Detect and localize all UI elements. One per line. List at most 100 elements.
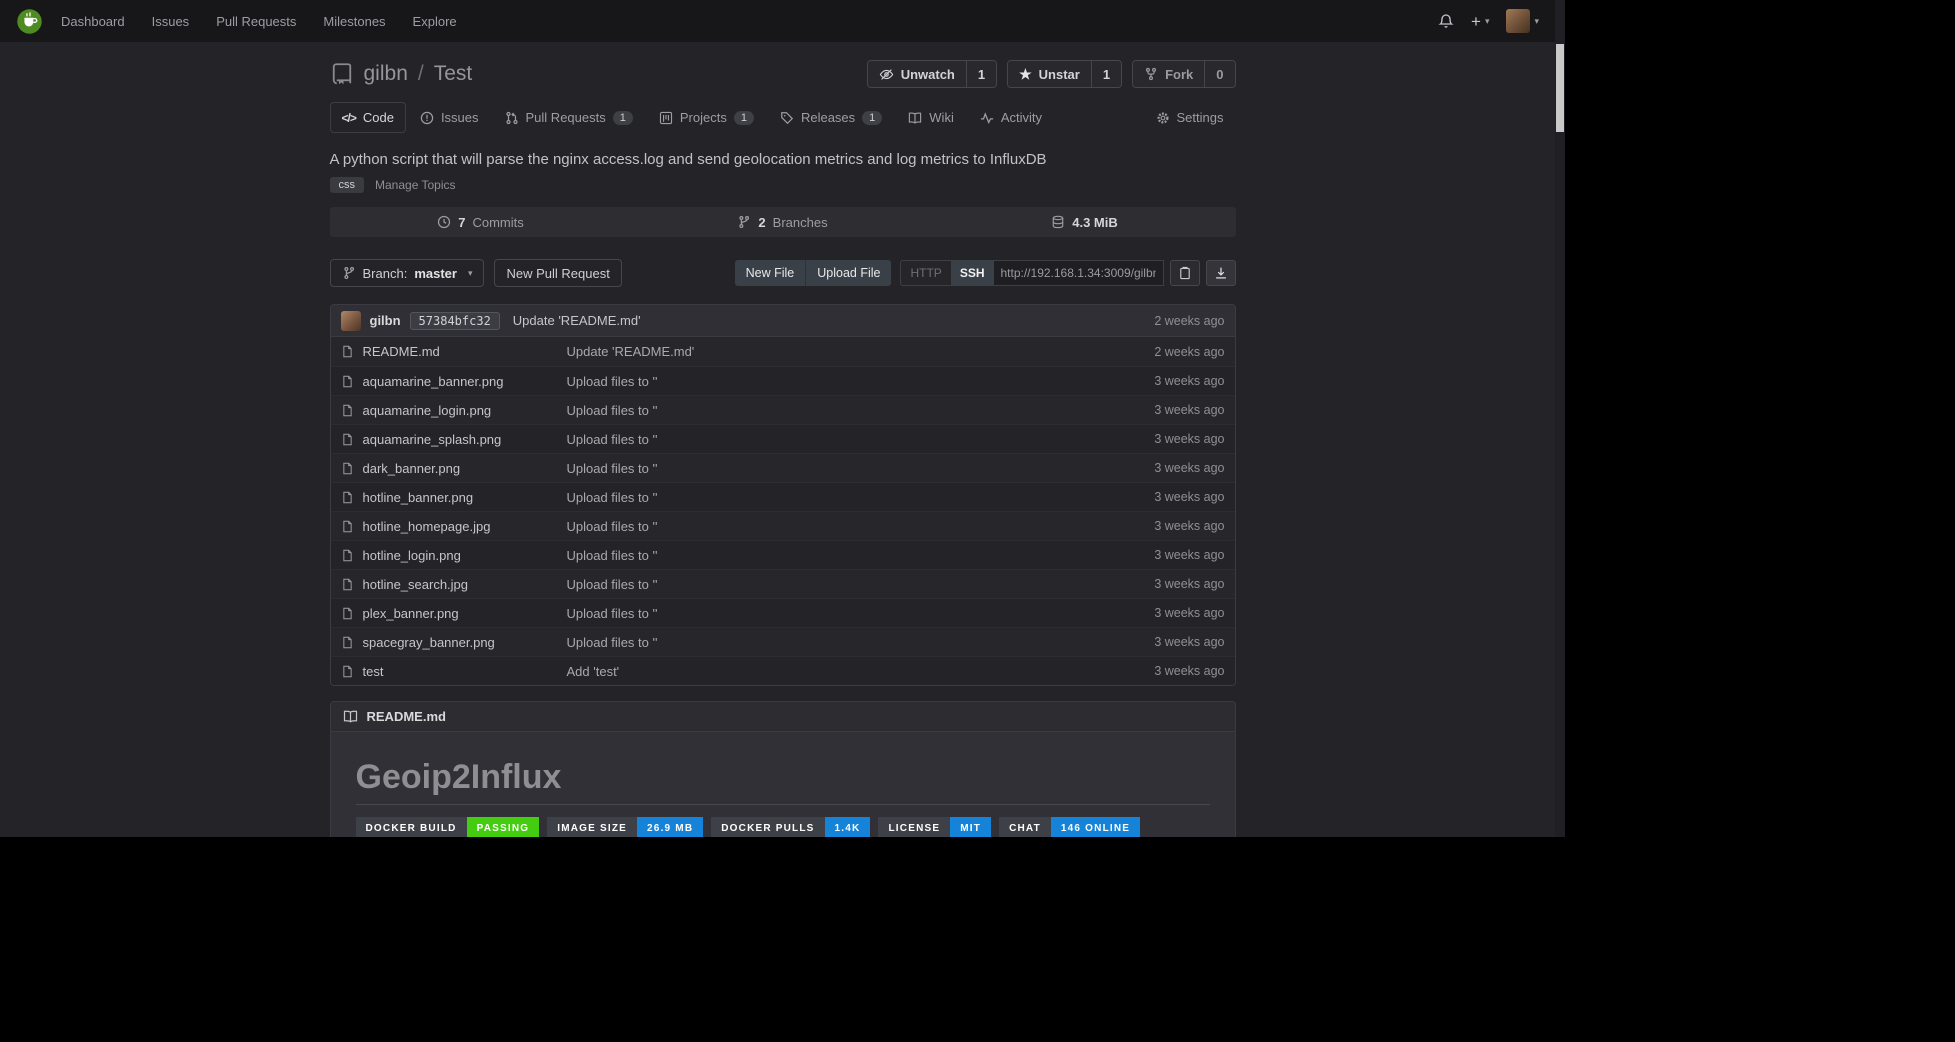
nav-dashboard[interactable]: Dashboard	[61, 14, 125, 29]
commit-author-link[interactable]: gilbn	[370, 313, 401, 328]
http-protocol-button[interactable]: HTTP	[900, 260, 950, 286]
file-commit-message[interactable]: Upload files to ''	[567, 432, 1155, 447]
nav-explore[interactable]: Explore	[413, 14, 457, 29]
file-commit-message[interactable]: Update 'README.md'	[567, 344, 1155, 359]
file-name-link[interactable]: plex_banner.png	[341, 606, 567, 621]
tab-releases[interactable]: Releases 1	[768, 102, 894, 133]
tab-settings[interactable]: Settings	[1144, 102, 1236, 133]
nav-pull-requests[interactable]: Pull Requests	[216, 14, 296, 29]
commits-stat[interactable]: 7 Commits	[330, 207, 632, 237]
tab-code[interactable]: </> Code	[330, 102, 406, 133]
book-icon	[343, 709, 358, 724]
file-name-link[interactable]: hotline_homepage.jpg	[341, 519, 567, 534]
file-commit-message[interactable]: Add 'test'	[567, 664, 1155, 679]
file-commit-message[interactable]: Upload files to ''	[567, 403, 1155, 418]
clone-url-input[interactable]	[994, 260, 1164, 286]
table-row: hotline_login.png Upload files to '' 3 w…	[331, 540, 1235, 569]
scrollbar-track[interactable]	[1555, 0, 1565, 837]
ssh-protocol-button[interactable]: SSH	[951, 260, 994, 286]
file-commit-message[interactable]: Upload files to ''	[567, 519, 1155, 534]
size-stat[interactable]: 4.3 MiB	[934, 207, 1236, 237]
file-name-link[interactable]: test	[341, 664, 567, 679]
file-commit-message[interactable]: Upload files to ''	[567, 374, 1155, 389]
commit-message-link[interactable]: Update 'README.md'	[513, 313, 641, 328]
badge-value: 1.4K	[825, 817, 871, 837]
tab-pull-requests[interactable]: Pull Requests 1	[493, 102, 645, 133]
file-actions-group: New File Upload File	[735, 260, 892, 286]
chat-badge[interactable]: CHAT 146 ONLINE	[999, 817, 1140, 837]
navbar-right: + ▾ ▾	[1438, 9, 1539, 33]
file-commit-time: 3 weeks ago	[1154, 432, 1224, 446]
table-row: aquamarine_splash.png Upload files to ''…	[331, 424, 1235, 453]
branches-stat[interactable]: 2 Branches	[632, 207, 934, 237]
branch-selector[interactable]: Branch: master ▾	[330, 259, 485, 287]
avatar	[1506, 9, 1530, 33]
new-pull-request-button[interactable]: New Pull Request	[494, 259, 621, 287]
file-icon	[341, 520, 354, 533]
file-commit-message[interactable]: Upload files to ''	[567, 461, 1155, 476]
commit-sha-link[interactable]: 57384bfc32	[410, 312, 500, 330]
file-commit-message[interactable]: Upload files to ''	[567, 490, 1155, 505]
image-size-badge[interactable]: IMAGE SIZE 26.9 MB	[547, 817, 703, 837]
create-new-button[interactable]: + ▾	[1471, 13, 1489, 30]
repo-title: gilbn / Test	[330, 62, 473, 86]
table-row: aquamarine_banner.png Upload files to ''…	[331, 366, 1235, 395]
nav-milestones[interactable]: Milestones	[323, 14, 385, 29]
repo-owner-link[interactable]: gilbn	[364, 62, 408, 86]
new-file-button[interactable]: New File	[735, 260, 806, 286]
badge-value: MIT	[950, 817, 991, 837]
tab-activity[interactable]: Activity	[968, 102, 1054, 133]
chevron-down-icon: ▾	[468, 268, 473, 279]
table-row: hotline_banner.png Upload files to '' 3 …	[331, 482, 1235, 511]
user-menu-button[interactable]: ▾	[1506, 9, 1539, 33]
notifications-button[interactable]	[1438, 13, 1454, 29]
file-name-link[interactable]: aquamarine_login.png	[341, 403, 567, 418]
manage-topics-link[interactable]: Manage Topics	[375, 178, 456, 192]
fork-button[interactable]: Fork	[1133, 61, 1204, 87]
file-name-link[interactable]: hotline_login.png	[341, 548, 567, 563]
gitea-logo[interactable]	[16, 8, 43, 35]
file-name-link[interactable]: README.md	[341, 344, 567, 359]
file-icon	[341, 578, 354, 591]
forks-count[interactable]: 0	[1204, 61, 1234, 87]
file-icon	[341, 607, 354, 620]
unstar-button[interactable]: ★ Unstar	[1008, 61, 1091, 87]
copy-url-button[interactable]	[1170, 260, 1200, 286]
table-row: test Add 'test' 3 weeks ago	[331, 656, 1235, 685]
upload-file-button[interactable]: Upload File	[805, 260, 891, 286]
commits-label: Commits	[472, 215, 523, 230]
avatar[interactable]	[341, 311, 361, 331]
tab-issues-label: Issues	[441, 110, 479, 125]
tab-projects[interactable]: Projects 1	[647, 102, 766, 133]
docker-pulls-badge[interactable]: DOCKER PULLS 1.4K	[711, 817, 870, 837]
file-commit-message[interactable]: Upload files to ''	[567, 606, 1155, 621]
docker-build-badge[interactable]: DOCKER BUILD PASSING	[356, 817, 540, 837]
watchers-count[interactable]: 1	[966, 61, 996, 87]
tab-activity-label: Activity	[1001, 110, 1042, 125]
file-commit-message[interactable]: Upload files to ''	[567, 548, 1155, 563]
unwatch-button[interactable]: Unwatch	[868, 61, 966, 87]
table-row: hotline_homepage.jpg Upload files to '' …	[331, 511, 1235, 540]
file-name-link[interactable]: hotline_search.jpg	[341, 577, 567, 592]
pulls-count-badge: 1	[613, 111, 633, 125]
badge-label: DOCKER BUILD	[356, 817, 467, 837]
stars-count[interactable]: 1	[1091, 61, 1121, 87]
license-badge[interactable]: LICENSE MIT	[878, 817, 991, 837]
tab-issues[interactable]: Issues	[408, 102, 491, 133]
file-name-link[interactable]: hotline_banner.png	[341, 490, 567, 505]
file-commit-message[interactable]: Upload files to ''	[567, 577, 1155, 592]
tab-wiki[interactable]: Wiki	[896, 102, 966, 133]
file-name-link[interactable]: dark_banner.png	[341, 461, 567, 476]
table-row: dark_banner.png Upload files to '' 3 wee…	[331, 453, 1235, 482]
nav-issues[interactable]: Issues	[152, 14, 190, 29]
repo-size: 4.3 MiB	[1072, 215, 1118, 230]
repo-name-link[interactable]: Test	[434, 62, 473, 86]
file-name-link[interactable]: aquamarine_banner.png	[341, 374, 567, 389]
file-name-link[interactable]: spacegray_banner.png	[341, 635, 567, 650]
file-commit-message[interactable]: Upload files to ''	[567, 635, 1155, 650]
scrollbar-thumb[interactable]	[1556, 44, 1564, 132]
topic-css[interactable]: css	[330, 177, 365, 193]
download-archive-button[interactable]	[1206, 260, 1236, 286]
commit-time: 2 weeks ago	[1154, 314, 1224, 328]
file-name-link[interactable]: aquamarine_splash.png	[341, 432, 567, 447]
